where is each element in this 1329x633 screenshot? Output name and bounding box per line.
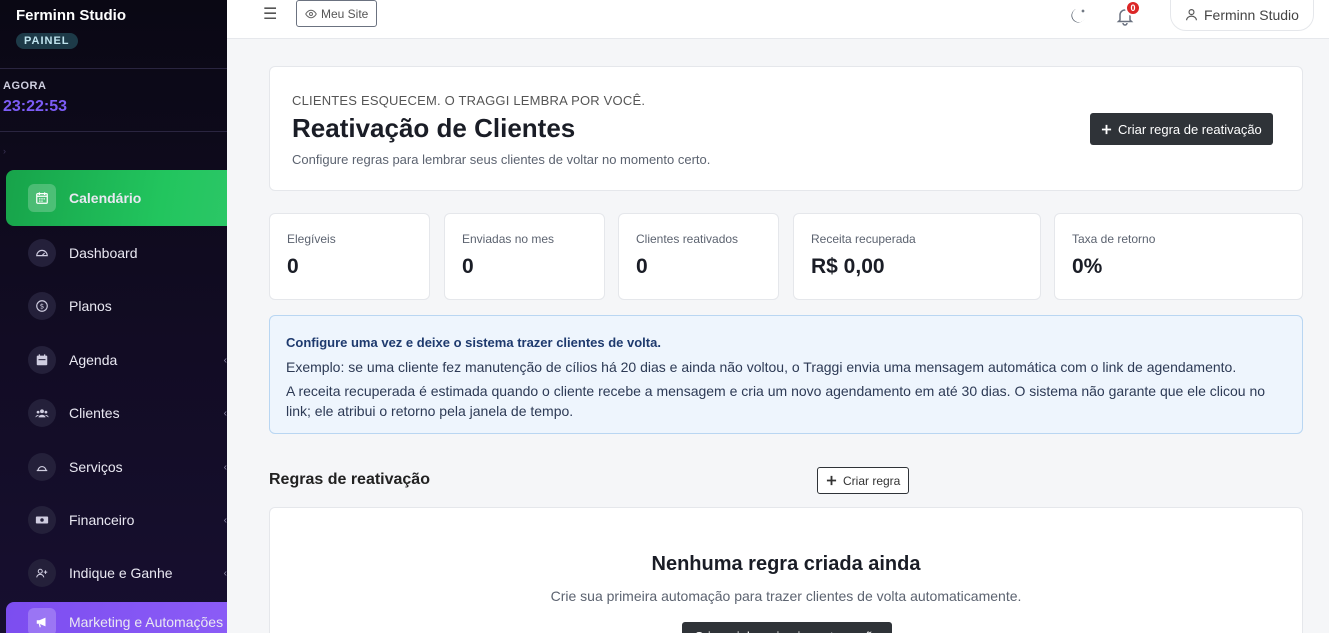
users-icon	[28, 399, 56, 427]
sidebar-item-label: Serviços	[69, 459, 123, 475]
user-icon	[1186, 9, 1197, 21]
page-subtitle: Configure regras para lembrar seus clien…	[292, 152, 711, 167]
calendar-icon	[28, 346, 56, 374]
my-site-label: Meu Site	[321, 6, 369, 21]
sidebar-item-financeiro[interactable]: Financeiro ‹	[6, 496, 227, 544]
clock-time: 23:22:53	[3, 98, 68, 115]
plus-icon	[1101, 124, 1112, 134]
user-plus-icon	[28, 559, 56, 587]
sidebar-item-label: Planos	[69, 298, 112, 314]
create-reactivation-rule-label: Criar regra de reativação	[1118, 121, 1262, 137]
info-example: Exemplo: se uma cliente fez manutenção d…	[286, 359, 1237, 375]
empty-state-card: Nenhuma regra criada ainda Crie sua prim…	[269, 507, 1303, 633]
stat-label: Taxa de retorno	[1072, 232, 1156, 246]
create-first-automation-button[interactable]: Criar minha primeira automação	[682, 622, 892, 633]
money-icon	[28, 506, 56, 534]
bell-service-icon	[28, 453, 56, 481]
user-name: Ferminn Studio	[1204, 6, 1299, 23]
sidebar-item-label: Financeiro	[69, 512, 135, 528]
sidebar-item-label: Agenda	[69, 352, 118, 368]
chevron-left-icon: ‹	[223, 514, 227, 526]
sidebar-item-planos[interactable]: $ Planos	[6, 282, 227, 330]
empty-state-description: Crie sua primeira automação para trazer …	[550, 588, 1022, 604]
create-rule-label: Criar regra	[843, 473, 901, 488]
sidebar-item-servicos[interactable]: Serviços ‹	[6, 443, 227, 491]
sidebar-item-agenda[interactable]: Agenda ‹	[6, 336, 227, 384]
stat-card-reativados: Clientes reativados 0	[618, 213, 779, 300]
notification-badge: 0	[1125, 0, 1141, 16]
megaphone-icon	[28, 608, 56, 633]
hero-card: CLIENTES ESQUECEM. O TRAGGI LEMBRA POR V…	[269, 66, 1303, 191]
gauge-icon	[28, 239, 56, 267]
sidebar-item-calendario[interactable]: Calendário	[6, 170, 227, 226]
rules-section-title: Regras de reativação	[269, 471, 430, 488]
menu-icon[interactable]: ☰	[263, 4, 277, 24]
stat-label: Clientes reativados	[636, 232, 739, 246]
sidebar-item-marketing[interactable]: Marketing e Automações	[6, 602, 227, 633]
collapse-icon[interactable]: ›	[3, 146, 6, 156]
sidebar-item-dashboard[interactable]: Dashboard	[6, 229, 227, 277]
sidebar-item-clientes[interactable]: Clientes ‹	[6, 389, 227, 437]
info-alert: Configure uma vez e deixe o sistema traz…	[269, 315, 1303, 434]
eye-icon	[305, 9, 317, 18]
user-menu-button[interactable]: Ferminn Studio	[1170, 0, 1314, 31]
sidebar-divider	[0, 68, 227, 69]
hero-eyebrow: CLIENTES ESQUECEM. O TRAGGI LEMBRA POR V…	[292, 93, 646, 108]
stat-card-elegiveis: Elegíveis 0	[269, 213, 430, 300]
stat-card-receita: Receita recuperada R$ 0,00	[793, 213, 1041, 300]
stat-card-enviadas: Enviadas no mes 0	[444, 213, 605, 300]
my-site-button[interactable]: Meu Site	[296, 0, 378, 27]
brand-name: Ferminn Studio	[16, 7, 126, 24]
stat-value: 0	[462, 255, 474, 278]
sidebar-item-label: Dashboard	[69, 245, 138, 261]
sidebar-item-label: Indique e Ganhe	[69, 565, 173, 581]
empty-state-title: Nenhuma regra criada ainda	[651, 553, 921, 575]
chevron-left-icon: ‹	[223, 567, 227, 579]
stat-card-taxa: Taxa de retorno 0%	[1054, 213, 1303, 300]
chevron-left-icon: ‹	[223, 407, 227, 419]
stat-value: R$ 0,00	[811, 255, 885, 278]
stat-label: Elegíveis	[287, 232, 336, 246]
sidebar-item-label: Marketing e Automações	[69, 614, 224, 630]
panel-badge: PAINEL	[16, 33, 78, 49]
topbar: ☰ Meu Site 0 Ferminn Studio	[227, 0, 1329, 39]
clock-label: AGORA	[3, 80, 47, 92]
sidebar-item-label: Calendário	[69, 190, 142, 206]
chevron-left-icon: ‹	[223, 354, 227, 366]
sidebar-divider	[0, 131, 227, 132]
sidebar-item-label: Clientes	[69, 405, 120, 421]
info-title: Configure uma vez e deixe o sistema traz…	[286, 335, 661, 350]
stat-label: Receita recuperada	[811, 232, 916, 246]
stat-value: 0%	[1072, 255, 1103, 278]
svg-text:$: $	[40, 303, 44, 311]
info-note: A receita recuperada é estimada quando o…	[286, 383, 1266, 419]
sidebar-item-indique[interactable]: Indique e Ganhe ‹	[6, 549, 227, 597]
stat-label: Enviadas no mes	[462, 232, 555, 246]
create-rule-button[interactable]: Criar regra	[817, 467, 910, 494]
stat-value: 0	[287, 255, 299, 278]
stat-value: 0	[636, 255, 648, 278]
sidebar: Ferminn Studio PAINEL AGORA 23:22:53 › C…	[0, 0, 227, 633]
create-reactivation-rule-button[interactable]: Criar regra de reativação	[1090, 113, 1273, 145]
page-title: Reativação de Clientes	[292, 113, 576, 143]
dollar-circle-icon: $	[28, 292, 56, 320]
calendar-icon	[28, 184, 56, 212]
plus-icon	[826, 475, 837, 486]
moon-icon[interactable]	[1068, 6, 1088, 26]
chevron-left-icon: ‹	[223, 461, 227, 473]
